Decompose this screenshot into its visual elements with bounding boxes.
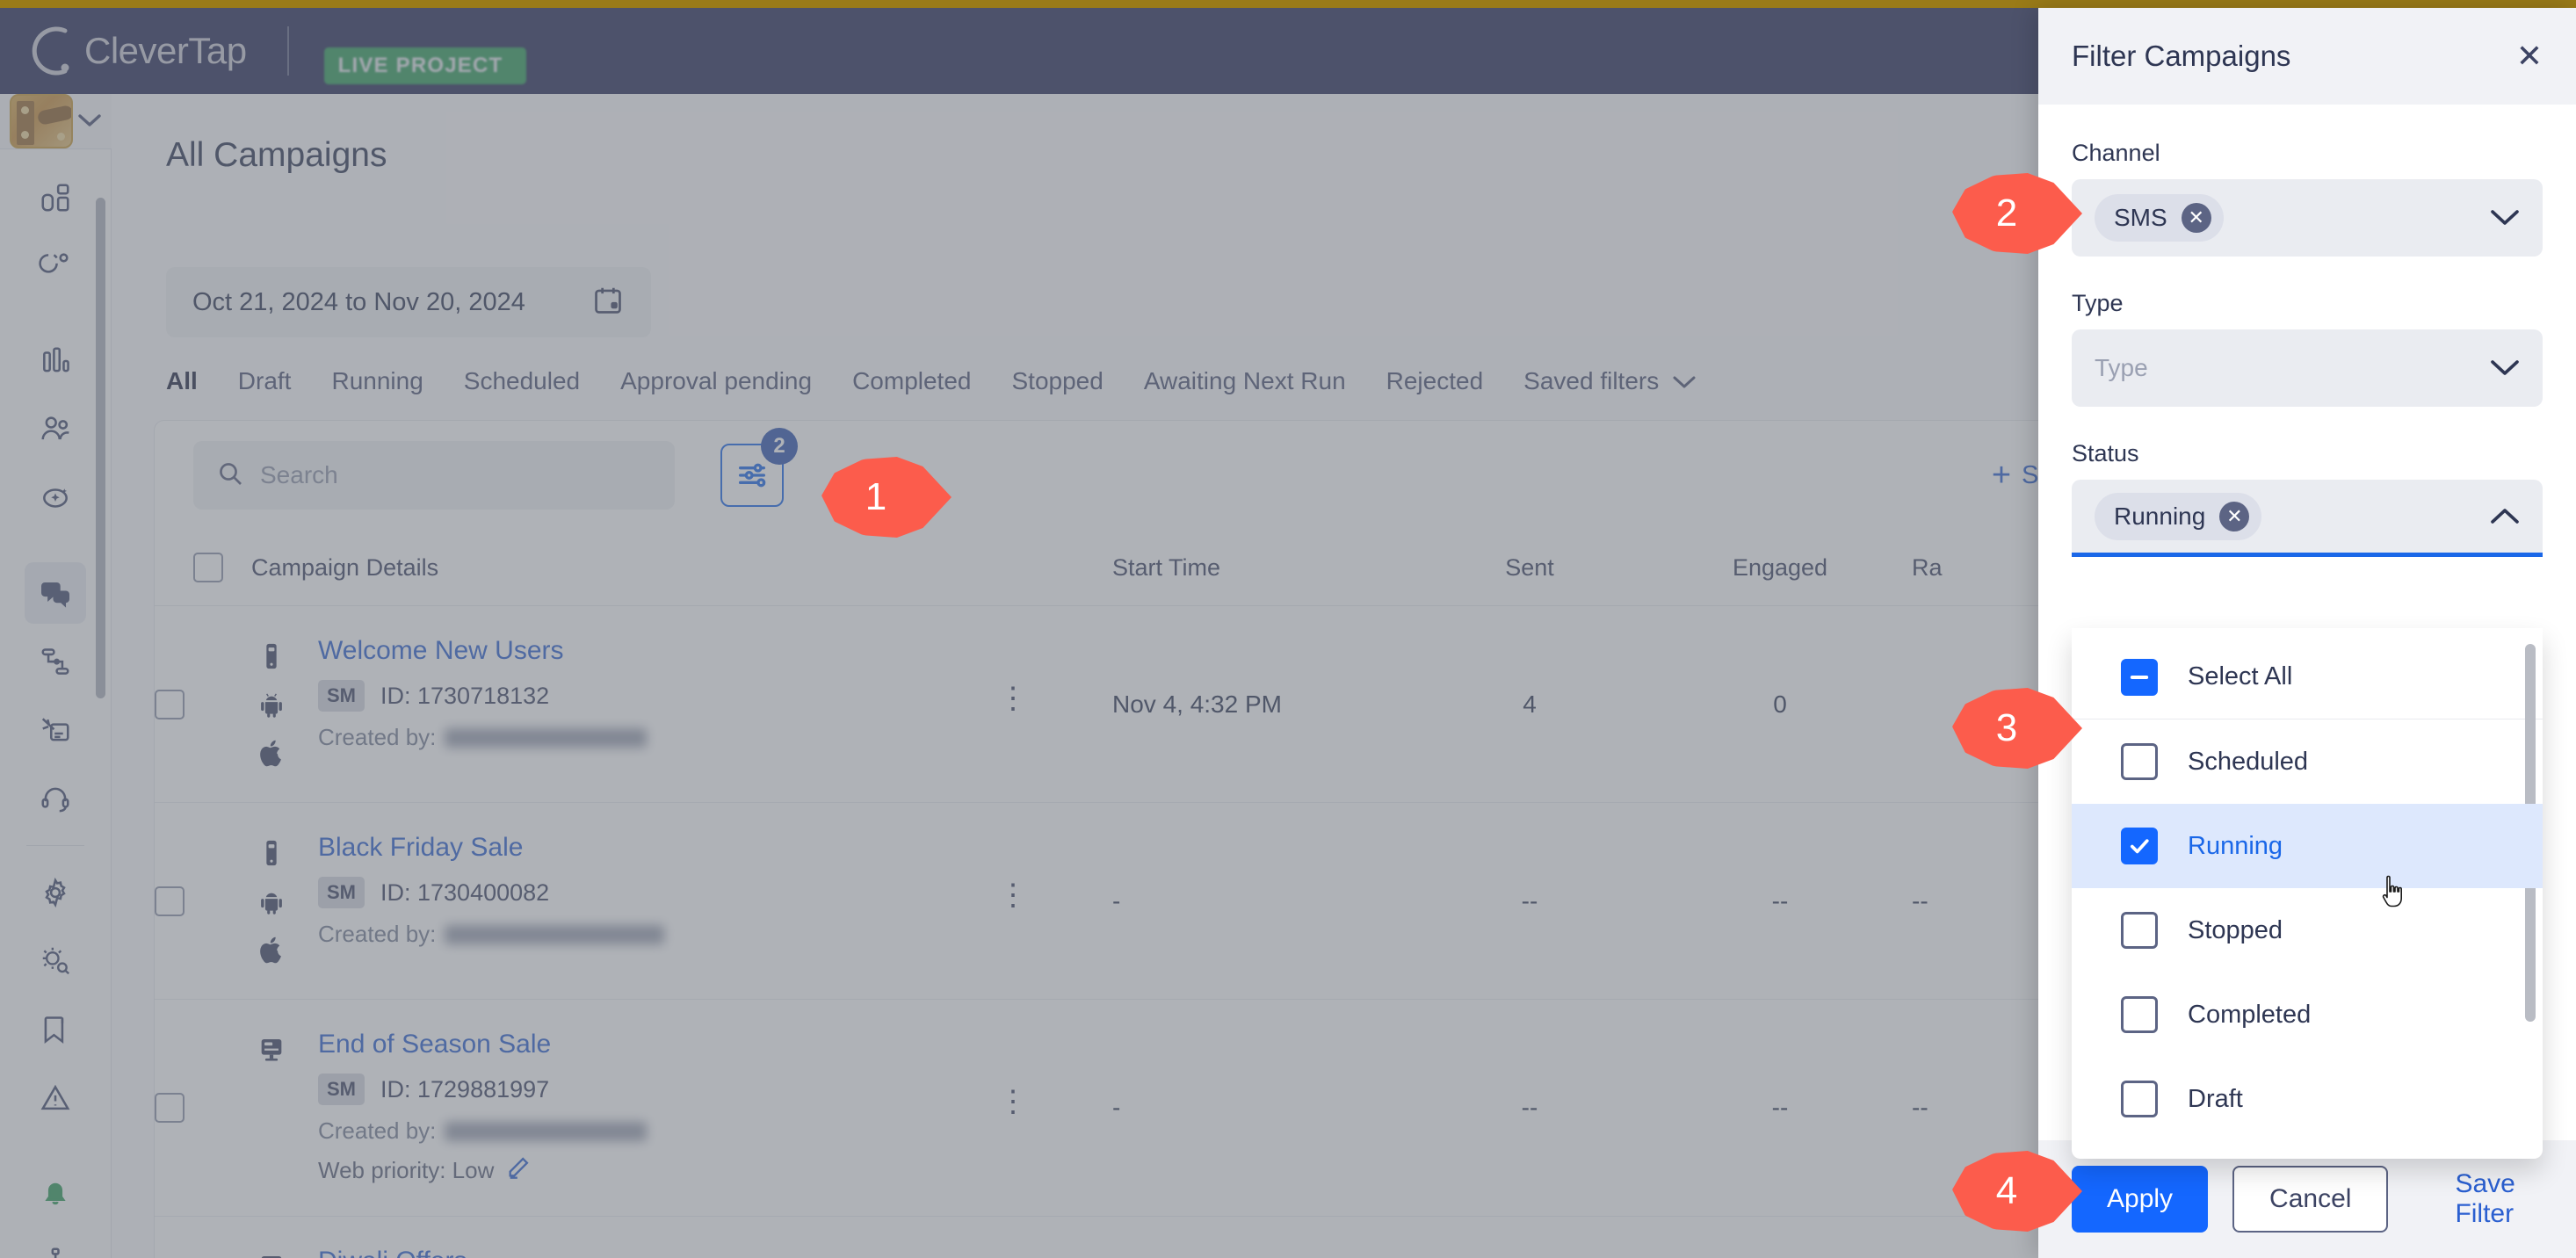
channel-chip-label: SMS — [2114, 204, 2167, 231]
channel-chip-sms[interactable]: SMS ✕ — [2095, 194, 2224, 242]
status-option-label: Stopped — [2188, 915, 2283, 944]
channel-select[interactable]: SMS ✕ — [2072, 179, 2543, 257]
close-icon[interactable]: ✕ — [2516, 40, 2543, 72]
type-label: Type — [2072, 290, 2124, 316]
status-option-draft[interactable]: Draft — [2072, 1057, 2543, 1141]
status-checkbox[interactable] — [2121, 996, 2158, 1033]
filter-campaigns-panel: Filter Campaigns ✕ Channel SMS ✕ Type Ty… — [2038, 8, 2576, 1258]
remove-chip-icon[interactable]: ✕ — [2219, 501, 2250, 531]
status-option-label: Completed — [2188, 1000, 2312, 1029]
apply-button[interactable]: Apply — [2072, 1166, 2209, 1233]
status-option-label: Running — [2188, 831, 2283, 860]
cancel-button[interactable]: Cancel — [2232, 1166, 2389, 1233]
select-all-checkbox[interactable] — [2121, 658, 2158, 696]
status-chip-label: Running — [2114, 502, 2206, 530]
status-options-dropdown: Select All Scheduled Running Stopped Com… — [2072, 628, 2543, 1159]
chevron-down-icon — [2490, 358, 2520, 378]
status-option-completed[interactable]: Completed — [2072, 972, 2543, 1057]
status-checkbox[interactable] — [2121, 912, 2158, 949]
status-option-stopped[interactable]: Stopped — [2072, 888, 2543, 972]
filter-panel-title: Filter Campaigns — [2072, 40, 2291, 72]
status-option-label: Scheduled — [2188, 747, 2309, 776]
chevron-down-icon — [2490, 208, 2520, 228]
filter-panel-body: Channel SMS ✕ Type Type Status Running ✕… — [2038, 105, 2576, 1159]
marker-number: 4 — [1995, 1169, 2018, 1212]
remove-chip-icon[interactable]: ✕ — [2181, 203, 2211, 233]
save-filter-link[interactable]: Save Filter — [2455, 1169, 2543, 1229]
type-placeholder: Type — [2095, 354, 2148, 381]
filter-panel-header: Filter Campaigns ✕ — [2038, 8, 2576, 105]
status-chip-running[interactable]: Running ✕ — [2095, 492, 2262, 540]
status-checkbox[interactable] — [2121, 828, 2158, 864]
marker-number: 2 — [1995, 192, 2018, 235]
step-marker-2: 2 — [1952, 173, 2082, 254]
status-option-label: Draft — [2188, 1084, 2243, 1113]
marker-number: 3 — [1995, 706, 2018, 749]
marker-number: 1 — [865, 475, 887, 518]
type-select[interactable]: Type — [2072, 329, 2543, 407]
step-marker-3: 3 — [1952, 688, 2082, 769]
status-checkbox[interactable] — [2121, 1081, 2158, 1117]
channel-label: Channel — [2072, 140, 2160, 166]
status-option-label: Select All — [2188, 662, 2293, 690]
step-marker-4: 4 — [1952, 1151, 2082, 1232]
status-checkbox[interactable] — [2121, 743, 2158, 780]
status-label: Status — [2072, 440, 2139, 466]
modal-backdrop[interactable] — [0, 8, 2038, 1258]
status-option-select-all[interactable]: Select All — [2072, 635, 2543, 719]
step-marker-1: 1 — [821, 457, 952, 538]
status-option-running[interactable]: Running — [2072, 804, 2543, 907]
status-option-scheduled[interactable]: Scheduled — [2072, 719, 2543, 804]
status-select[interactable]: Running ✕ — [2072, 480, 2543, 557]
chevron-up-icon — [2490, 507, 2520, 526]
